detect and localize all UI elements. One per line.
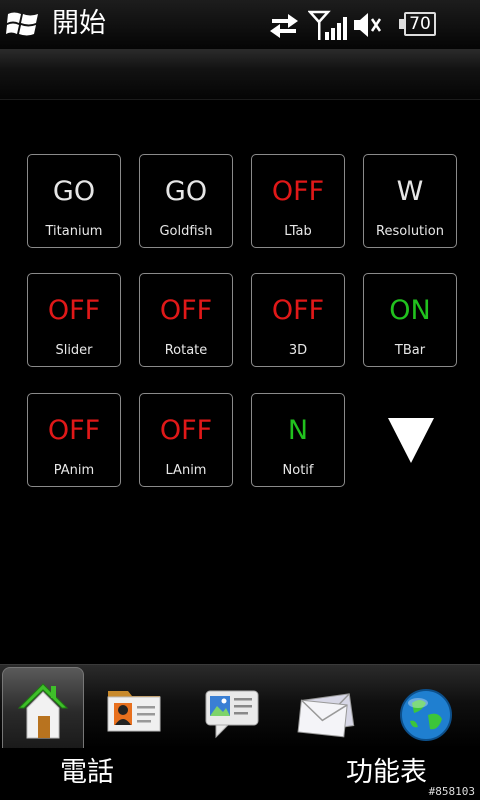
signal-strength-icon xyxy=(308,10,347,40)
tile-state: GO xyxy=(164,176,208,207)
tile-rotate[interactable]: OFF Rotate xyxy=(139,273,233,367)
tile-state: N xyxy=(287,415,309,446)
tile-state: OFF xyxy=(271,176,325,207)
tile-resolution[interactable]: W Resolution xyxy=(363,154,457,248)
header-band xyxy=(0,50,480,100)
contact-card-icon xyxy=(107,691,161,732)
tile-label: LAnim xyxy=(165,463,207,478)
tile-tbar[interactable]: ON TBar xyxy=(363,273,457,367)
tile-goldfish[interactable]: GO Goldfish xyxy=(139,154,233,248)
bottom-dock xyxy=(0,664,480,749)
tile-ltab[interactable]: OFF LTab xyxy=(251,154,345,248)
dock-tab-internet[interactable] xyxy=(392,667,462,749)
tile-titanium[interactable]: GO Titanium xyxy=(27,154,121,248)
dock-tab-mail[interactable] xyxy=(294,667,364,749)
messaging-icon xyxy=(205,690,259,739)
tile-state: GO xyxy=(52,176,96,207)
tile-state: OFF xyxy=(159,295,213,326)
mail-icon xyxy=(297,693,355,738)
speaker-muted-icon[interactable] xyxy=(352,8,384,42)
dock-tab-home[interactable] xyxy=(2,667,84,749)
start-label[interactable]: 開始 xyxy=(52,6,106,42)
tile-label: Titanium xyxy=(45,224,103,239)
tile-state: OFF xyxy=(47,415,101,446)
tile-3d[interactable]: OFF 3D xyxy=(251,273,345,367)
status-bar: 開始 70 xyxy=(0,0,480,50)
tile-lanim[interactable]: OFF LAnim xyxy=(139,393,233,487)
tile-label: Notif xyxy=(282,463,314,478)
dock-tab-messaging[interactable] xyxy=(198,667,268,749)
home-icon xyxy=(17,683,69,739)
tile-slider[interactable]: OFF Slider xyxy=(27,273,121,367)
tile-state: W xyxy=(396,176,424,207)
tile-label: 3D xyxy=(288,343,308,358)
battery-level: 70 xyxy=(409,14,431,34)
data-sync-arrows-icon xyxy=(270,14,298,38)
tile-state: OFF xyxy=(159,415,213,446)
windows-logo-icon[interactable] xyxy=(6,8,40,40)
tile-panim[interactable]: OFF PAnim xyxy=(27,393,121,487)
tile-state: OFF xyxy=(271,295,325,326)
soft-key-bar: 電話 功能表 #858103 xyxy=(0,748,480,800)
tile-state: ON xyxy=(389,295,431,326)
watermark: #858103 xyxy=(428,785,475,798)
tile-label: Slider xyxy=(55,343,93,358)
tile-label: Resolution xyxy=(376,224,444,239)
tile-label: Rotate xyxy=(164,343,208,358)
battery-icon: 70 xyxy=(399,12,436,36)
tile-label: Goldfish xyxy=(159,224,213,239)
internet-globe-icon xyxy=(400,689,452,741)
tile-label: TBar xyxy=(394,343,426,358)
soft-key-phone[interactable]: 電話 xyxy=(60,756,114,790)
dock-tab-contacts[interactable] xyxy=(100,667,170,749)
soft-key-menu[interactable]: 功能表 xyxy=(346,756,427,790)
tile-state: OFF xyxy=(47,295,101,326)
tile-notif[interactable]: N Notif xyxy=(251,393,345,487)
scroll-down-arrow-icon[interactable] xyxy=(386,415,436,465)
tile-label: PAnim xyxy=(53,463,95,478)
tile-label: LTab xyxy=(284,224,312,239)
